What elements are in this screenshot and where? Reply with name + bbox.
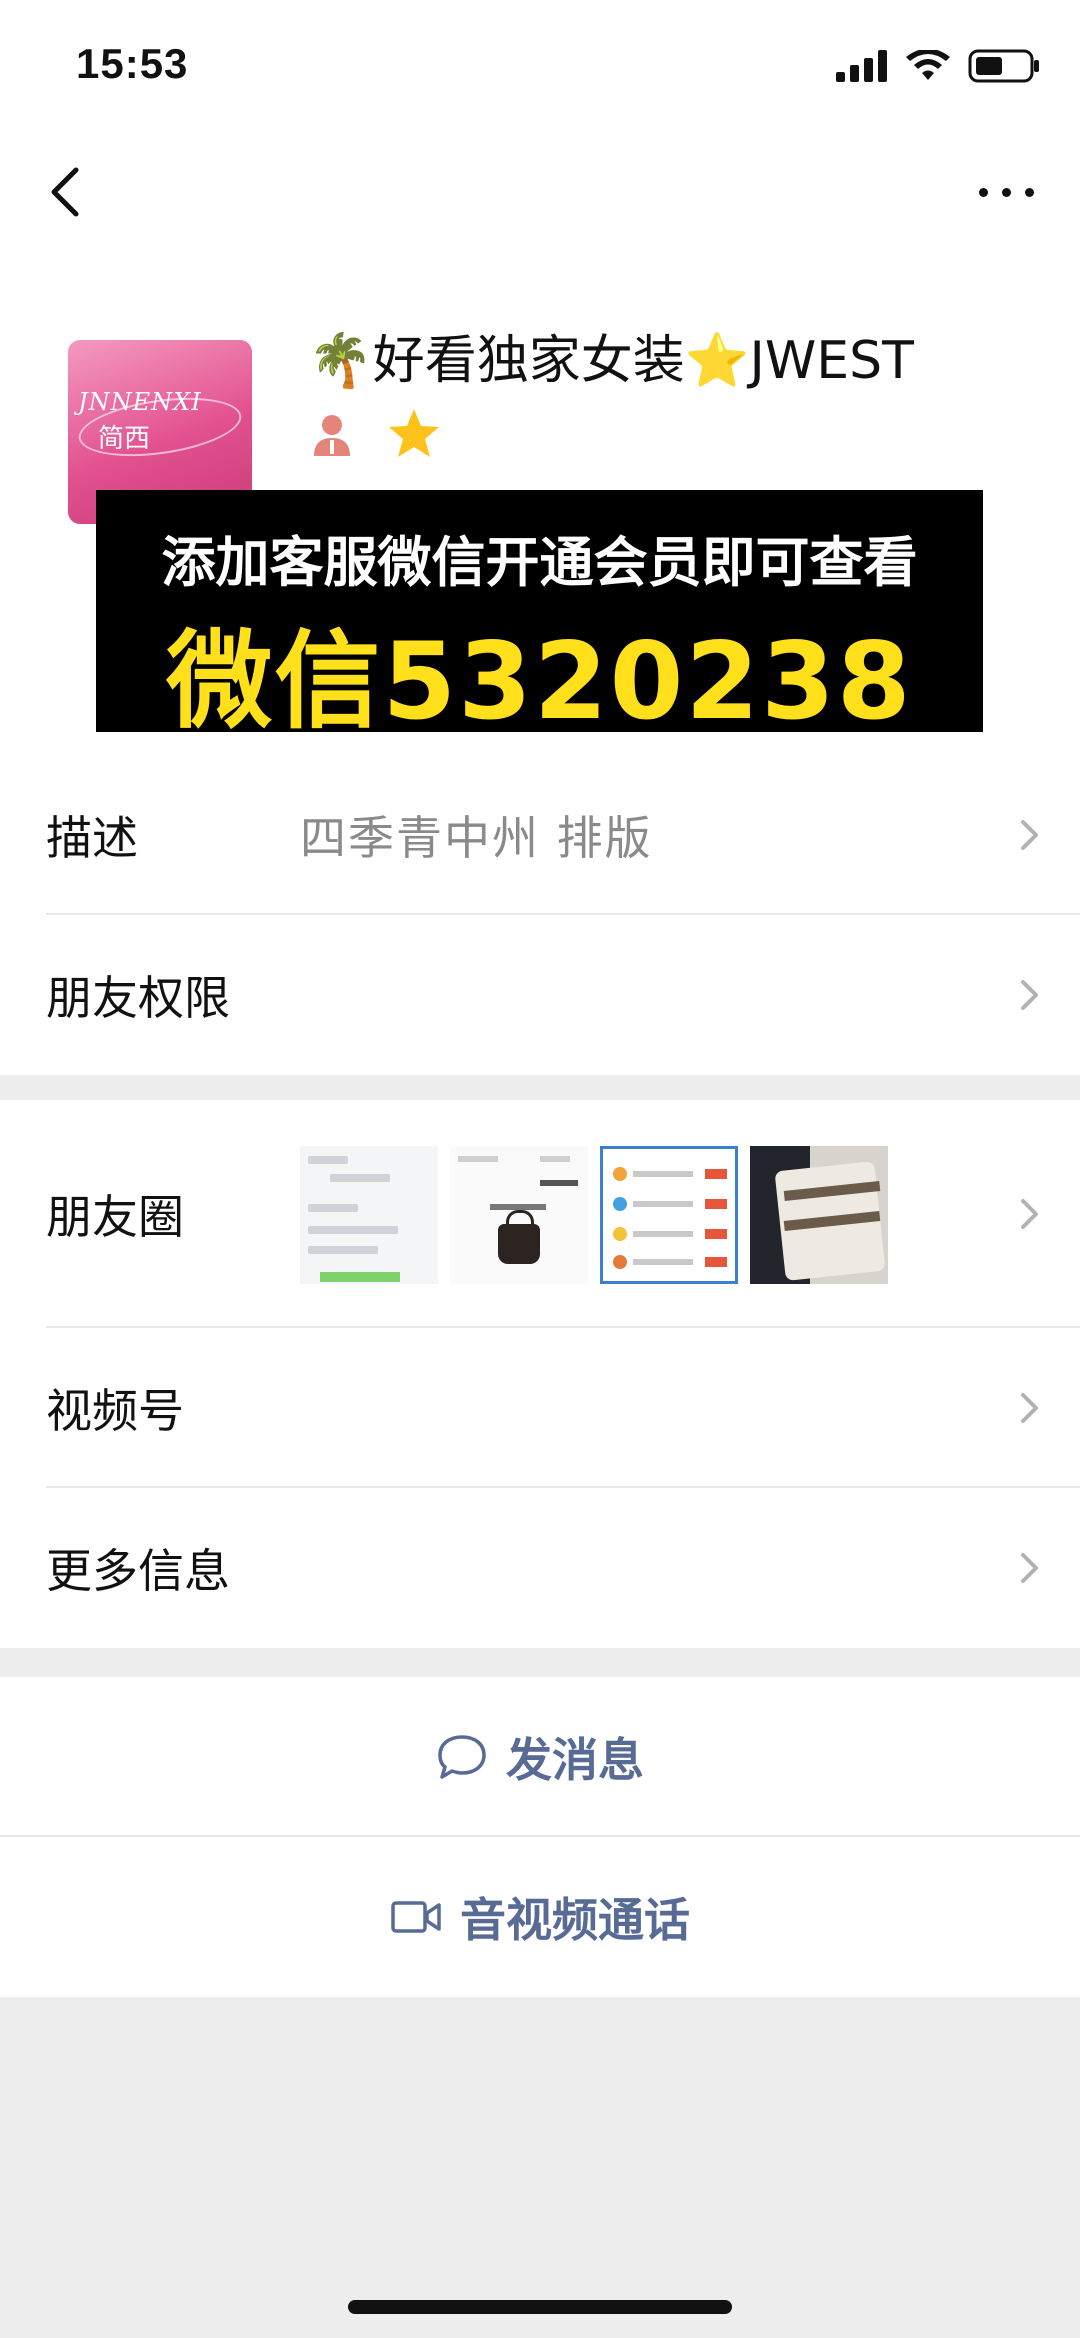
description-value: 四季青中州 排版 <box>300 811 653 865</box>
chevron-right-icon <box>1021 1393 1038 1423</box>
send-message-button[interactable]: 发消息 <box>0 1677 1080 1837</box>
channels-label: 视频号 <box>46 1384 184 1438</box>
person-icon <box>314 415 350 456</box>
friend-permissions-row[interactable]: 朋友权限 <box>0 915 1080 1075</box>
more-info-row[interactable]: 更多信息 <box>0 1488 1080 1648</box>
moments-thumbnail <box>600 1146 738 1284</box>
promo-line1: 添加客服微信开通会员即可查看 <box>161 531 918 594</box>
moments-thumbnail <box>750 1146 888 1284</box>
moments-label: 朋友圈 <box>46 1190 184 1244</box>
moments-thumbnails <box>300 1146 888 1284</box>
chevron-right-icon <box>1021 820 1038 850</box>
friend-permissions-label: 朋友权限 <box>46 971 230 1025</box>
status-time: 15:53 <box>76 40 189 87</box>
contact-name: 🌴好看独家女装⭐️JWEST <box>308 331 914 391</box>
av-call-button[interactable]: 音视频通话 <box>0 1837 1080 1997</box>
promo-line2: 微信5320238 <box>166 620 913 743</box>
more-icon <box>978 187 988 197</box>
action-group: 发消息 音视频通话 <box>0 1677 1080 1997</box>
description-row[interactable]: 描述 四季青中州 排版 <box>0 755 1080 915</box>
chevron-right-icon <box>1021 1553 1038 1583</box>
chat-bubble-icon <box>438 1735 486 1779</box>
social-group: 朋友圈 视频号 更多信息 <box>0 1100 1080 1648</box>
avatar-brand: JNNENXI <box>78 388 202 416</box>
nav-bar <box>0 130 1080 250</box>
moments-thumbnail <box>450 1146 588 1284</box>
video-call-icon <box>391 1901 441 1933</box>
moments-thumbnail <box>300 1146 438 1284</box>
back-button[interactable] <box>42 162 102 222</box>
channels-row[interactable]: 视频号 <box>0 1328 1080 1488</box>
info-group: 描述 四季青中州 排版 朋友权限 <box>0 755 1080 1075</box>
promo-banner: 添加客服微信开通会员即可查看 微信5320238 <box>96 490 983 743</box>
av-call-label: 音视频通话 <box>460 1893 690 1947</box>
name-icons <box>308 406 442 462</box>
star-icon <box>389 409 439 457</box>
more-button[interactable] <box>966 162 1046 222</box>
signal-icon <box>836 50 887 82</box>
chevron-right-icon <box>1021 980 1038 1010</box>
status-bar: 15:53 <box>0 0 1080 130</box>
wifi-icon <box>906 50 950 80</box>
back-icon <box>51 167 79 217</box>
avatar-brand-cn: 简西 <box>98 424 151 454</box>
moments-row[interactable]: 朋友圈 <box>0 1100 1080 1328</box>
more-info-label: 更多信息 <box>46 1544 230 1598</box>
battery-icon <box>968 49 1039 83</box>
home-indicator[interactable] <box>348 2300 732 2314</box>
status-icons <box>836 46 1040 86</box>
chevron-right-icon <box>1021 1199 1038 1229</box>
send-message-label: 发消息 <box>506 1733 644 1787</box>
description-label: 描述 <box>46 811 138 865</box>
